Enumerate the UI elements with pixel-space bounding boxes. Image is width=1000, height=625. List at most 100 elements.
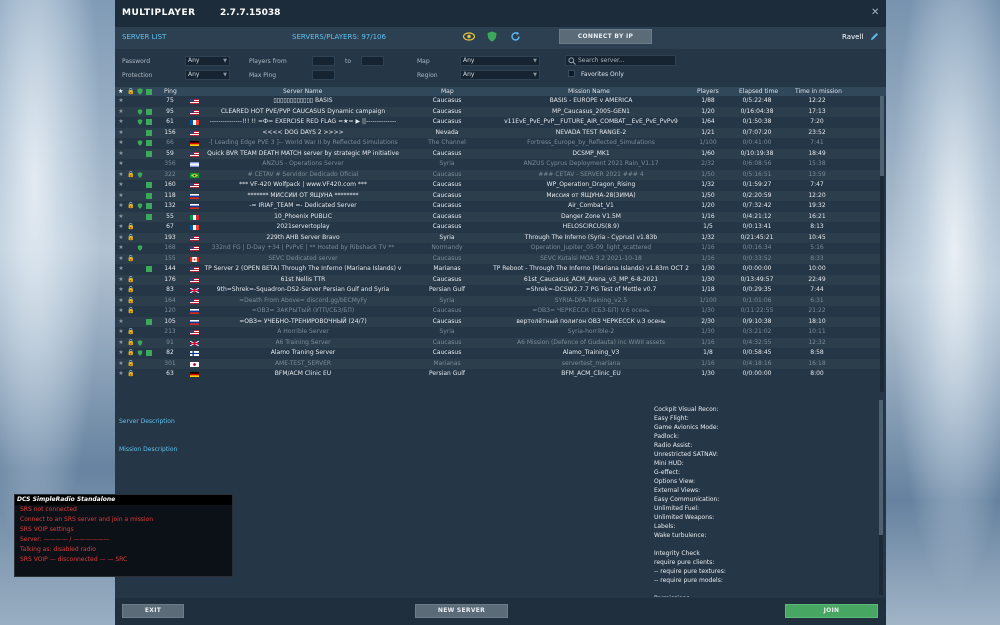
table-row[interactable]: ★ 🔒 63 BFM/ACM Clinic EU Persian Gulf BFM_ACM… — [115, 369, 881, 380]
table-row[interactable]: ★ 61 ---------------!!! !! =Ф= EXERCISE RE… — [115, 117, 881, 128]
favorite-star-icon[interactable]: ★ — [118, 203, 124, 209]
favorite-star-icon[interactable]: ★ — [118, 161, 124, 167]
search-placeholder: Search server... — [578, 57, 625, 64]
table-row[interactable]: ★ 🔒 155 SEVC Dedicated server Caucasus SEVC K… — [115, 254, 881, 265]
table-row[interactable]: ★ 144 TP Server 2 (OPEN BETA) Through The … — [115, 264, 881, 275]
players-from-input[interactable] — [312, 56, 335, 66]
table-row[interactable]: ★ 🔒 322 # CETAV # Servidor Dedicado Oficial… — [115, 170, 881, 181]
favorite-star-icon[interactable]: ★ — [118, 245, 124, 251]
server-name-cell: ▯▯▯▯▯▯▯▯▯▯▯▯ BASIS — [273, 97, 333, 104]
eye-icon[interactable] — [463, 32, 475, 41]
favorite-star-icon[interactable]: ★ — [118, 329, 124, 335]
join-button[interactable]: JOIN — [785, 604, 878, 618]
column-ping[interactable]: Ping — [164, 88, 177, 95]
players-cell: 1/60 — [701, 149, 715, 157]
server-list-tab[interactable]: SERVER LIST — [122, 33, 166, 41]
table-row[interactable]: ★ 55 10_Phoenix PUBLIC Caucasus Danger Zone … — [115, 212, 881, 223]
server-name-cell: 2021servertoplay — [276, 223, 330, 230]
table-row[interactable]: ★ 🔒 91 A6 Training Server Caucasus A6 Mission… — [115, 338, 881, 349]
scrollbar-thumb[interactable] — [879, 400, 883, 535]
column-players[interactable]: Players — [697, 88, 719, 95]
column-mission-name[interactable]: Mission Name — [568, 88, 610, 95]
favorite-star-icon[interactable]: ★ — [118, 234, 124, 241]
favorite-star-icon[interactable]: ★ — [118, 108, 124, 115]
flag-icon — [190, 183, 199, 188]
favorites-only-checkbox[interactable] — [568, 70, 575, 77]
shield-icon[interactable] — [487, 31, 497, 42]
favorite-star-icon[interactable]: ★ — [118, 224, 124, 230]
favorite-star-icon[interactable]: ★ — [118, 192, 124, 199]
favorite-star-icon[interactable]: ★ — [118, 266, 124, 272]
favorite-column-icon[interactable]: ★ — [118, 88, 123, 95]
favorite-star-icon[interactable]: ★ — [118, 119, 124, 125]
favorite-star-icon[interactable]: ★ — [118, 213, 124, 220]
favorite-star-icon[interactable]: ★ — [118, 98, 124, 104]
players-to-input[interactable] — [361, 56, 384, 66]
favorite-star-icon[interactable]: ★ — [118, 287, 124, 293]
column-server-name[interactable]: Server Name — [283, 88, 322, 95]
map-select[interactable]: Any ▼ — [460, 56, 540, 66]
favorite-star-icon[interactable]: ★ — [118, 350, 124, 356]
table-row[interactable]: ★ 🔒 213 A Horrible Server Syria Syria-horribl… — [115, 327, 881, 338]
table-row[interactable]: ★ 105 =ОВЗ= УЧЕБНО-ТРЕНИРОВОЧНЫЙ (24/7) Cau… — [115, 317, 881, 328]
table-row[interactable]: ★ 75 ▯▯▯▯▯▯▯▯▯▯▯▯ BASIS Caucasus BASIS - EUR… — [115, 96, 881, 107]
table-row[interactable]: ★ 168 332nd FG | D-Day +34 | PvPvE | ** Ho… — [115, 243, 881, 254]
table-row[interactable]: ★ 156 <<<< DOG DAYS 2 >>>> Nevada NEVADA TES… — [115, 128, 881, 139]
green-column-icon[interactable] — [146, 89, 152, 95]
max-ping-input[interactable] — [312, 70, 335, 80]
table-row[interactable]: ★ 59 Quick BVR TEAM DEATH MATCH server by … — [115, 149, 881, 160]
protection-select[interactable]: Any ▼ — [185, 70, 230, 80]
scrollbar-thumb[interactable] — [880, 96, 884, 176]
table-row[interactable]: ★ 🔒 176 61st Nellis TTR Caucasus 61st_Caucasu… — [115, 275, 881, 286]
table-row[interactable]: ★ 66 -[ Leading Edge PVE 3 ]-- World War I… — [115, 138, 881, 149]
favorite-star-icon[interactable]: ★ — [118, 360, 124, 367]
favorite-star-icon[interactable]: ★ — [118, 276, 124, 283]
refresh-icon[interactable] — [510, 31, 521, 42]
info-line: Unlimited Weapons: — [654, 514, 715, 521]
favorite-star-icon[interactable]: ★ — [118, 182, 124, 188]
table-row[interactable]: ★ 🔒 120 =ОВЗ= ЗАКРЫТЫЙ (УТП/СБЗ/БП) Caucasus… — [115, 306, 881, 317]
favorite-star-icon[interactable]: ★ — [118, 255, 124, 262]
search-input[interactable]: Search server... — [565, 55, 676, 66]
table-row[interactable]: ★ 🔒 132 -= IRIAF_TEAM =- Dedicated Server Ca… — [115, 201, 881, 212]
players-cell: 1/5 — [703, 223, 713, 230]
region-select[interactable]: Any ▼ — [460, 70, 540, 80]
favorite-star-icon[interactable]: ★ — [118, 171, 124, 178]
close-icon[interactable]: ✕ — [871, 7, 879, 18]
password-select[interactable]: Any ▼ — [185, 56, 230, 66]
new-server-button[interactable]: NEW SERVER — [415, 604, 508, 618]
column-elapsed-time[interactable]: Elapsed time — [739, 88, 778, 95]
exit-button[interactable]: EXIT — [122, 604, 184, 618]
lock-column-icon[interactable]: 🔒 — [127, 88, 134, 95]
table-row[interactable]: ★ 🔒 67 2021servertoplay Caucasus HELOSCIRCUS(… — [115, 222, 881, 233]
table-row[interactable]: ★ 🔒 82 Alamo Traning Server Caucasus Alamo_Tr… — [115, 348, 881, 359]
table-row[interactable]: ★ 🔒 301 AME-TEST_SERVER Marianas servertest_m… — [115, 359, 881, 370]
info-scrollbar[interactable] — [879, 400, 883, 595]
table-row[interactable]: ★ 95 CLEARED HOT PVE/PVP CAUCASUS Dynamic … — [115, 107, 881, 118]
column-map[interactable]: Map — [441, 88, 454, 95]
favorite-star-icon[interactable]: ★ — [118, 129, 124, 136]
table-row[interactable]: ★ 118 ******* МИССИИ ОТ ЯЩУНА ******** Cauc… — [115, 191, 881, 202]
favorite-star-icon[interactable]: ★ — [118, 339, 124, 346]
connect-by-ip-button[interactable]: CONNECT BY IP — [559, 29, 652, 44]
mission-name-cell: Alamo_Training_V3 — [562, 349, 620, 356]
favorite-star-icon[interactable]: ★ — [118, 297, 124, 304]
favorite-star-icon[interactable]: ★ — [118, 140, 124, 146]
lock-icon: 🔒 — [127, 307, 135, 314]
table-row[interactable]: ★ 160 *** VF-420 Wolfpack | www.VF420.com … — [115, 180, 881, 191]
favorite-star-icon[interactable]: ★ — [118, 150, 124, 157]
srs-overlay: DCS SimpleRadio Standalone SRS not conne… — [14, 494, 233, 577]
server-list-scrollbar[interactable] — [880, 96, 884, 392]
favorite-star-icon[interactable]: ★ — [118, 371, 124, 377]
favorite-star-icon[interactable]: ★ — [118, 308, 124, 314]
table-row[interactable]: ★ 🔒 193 229th AHB Server Bravo Syria Through … — [115, 233, 881, 244]
pencil-icon[interactable] — [870, 32, 879, 41]
favorite-star-icon[interactable]: ★ — [118, 318, 124, 325]
table-row[interactable]: ★ 356 ANZUS - Operations Server Syria ANZUS … — [115, 159, 881, 170]
shield-column-icon[interactable] — [137, 88, 143, 95]
ping-cell: 120 — [164, 307, 176, 314]
table-row[interactable]: ★ 🔒 164 =Death From Above= discord.gg/bECMy… — [115, 296, 881, 307]
column-time-in-mission[interactable]: Time in mission — [795, 88, 842, 95]
status-green-icon — [146, 192, 152, 199]
table-row[interactable]: ★ 🔒 83 9th=Shrek=-Squadron-DS2-Server Persi… — [115, 285, 881, 296]
